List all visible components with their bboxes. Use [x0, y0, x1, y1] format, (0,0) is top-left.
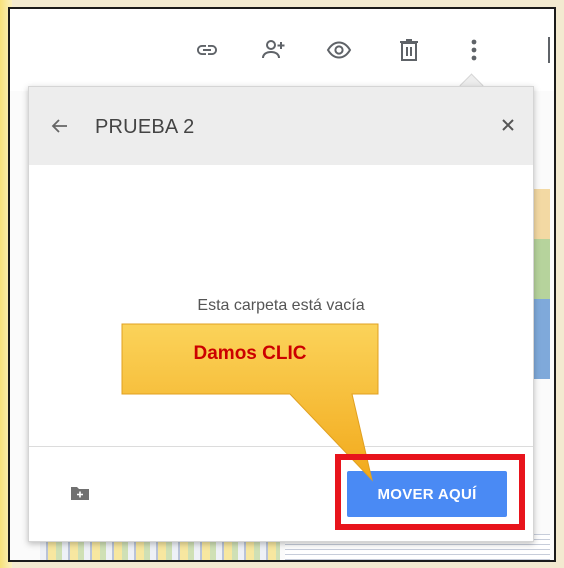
highlight-box [335, 454, 525, 530]
callout-text: Damos CLIC [193, 343, 307, 364]
